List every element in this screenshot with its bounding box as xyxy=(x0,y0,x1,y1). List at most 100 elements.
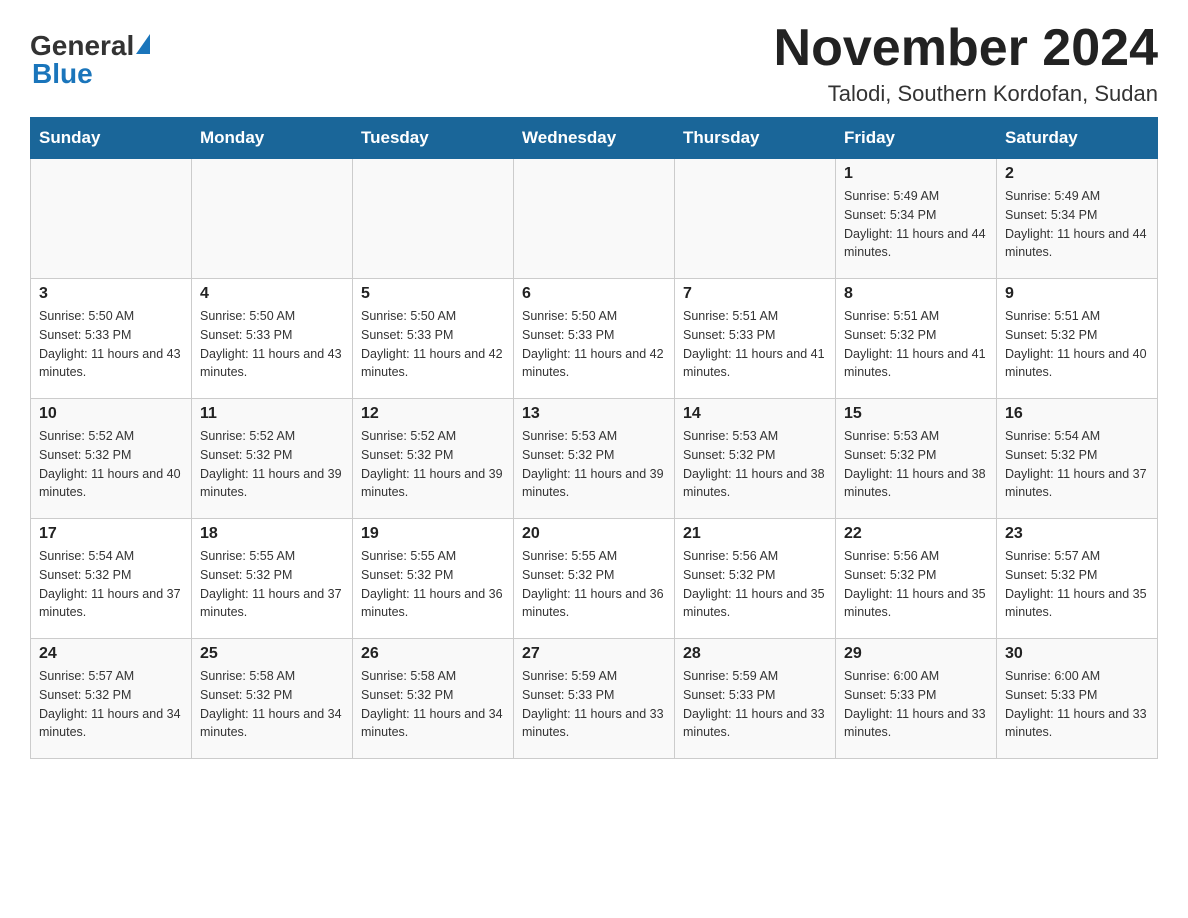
col-header-wednesday: Wednesday xyxy=(514,118,675,159)
col-header-monday: Monday xyxy=(192,118,353,159)
calendar-header-row: SundayMondayTuesdayWednesdayThursdayFrid… xyxy=(31,118,1158,159)
day-number: 17 xyxy=(39,525,183,543)
calendar-cell xyxy=(353,159,514,279)
calendar-cell: 15 Sunrise: 5:53 AM Sunset: 5:32 PM Dayli… xyxy=(836,399,997,519)
day-number: 24 xyxy=(39,645,183,663)
title-area: November 2024 Talodi, Southern Kordofan,… xyxy=(774,20,1158,107)
day-info: Sunrise: 5:59 AM Sunset: 5:33 PM Dayligh… xyxy=(522,667,666,742)
day-number: 2 xyxy=(1005,165,1149,183)
calendar-cell: 16 Sunrise: 5:54 AM Sunset: 5:32 PM Dayli… xyxy=(997,399,1158,519)
day-info: Sunrise: 5:57 AM Sunset: 5:32 PM Dayligh… xyxy=(39,667,183,742)
calendar-cell: 11 Sunrise: 5:52 AM Sunset: 5:32 PM Dayli… xyxy=(192,399,353,519)
day-number: 1 xyxy=(844,165,988,183)
day-info: Sunrise: 5:52 AM Sunset: 5:32 PM Dayligh… xyxy=(200,427,344,502)
day-info: Sunrise: 5:49 AM Sunset: 5:34 PM Dayligh… xyxy=(1005,187,1149,262)
day-number: 26 xyxy=(361,645,505,663)
day-number: 29 xyxy=(844,645,988,663)
calendar-cell: 6 Sunrise: 5:50 AM Sunset: 5:33 PM Daylig… xyxy=(514,279,675,399)
location-title: Talodi, Southern Kordofan, Sudan xyxy=(774,81,1158,107)
col-header-tuesday: Tuesday xyxy=(353,118,514,159)
day-number: 6 xyxy=(522,285,666,303)
day-info: Sunrise: 5:55 AM Sunset: 5:32 PM Dayligh… xyxy=(200,547,344,622)
calendar-week-row: 10Sunrise: 5:52 AM Sunset: 5:32 PM Dayli… xyxy=(31,399,1158,519)
logo-line2: Blue xyxy=(30,58,93,90)
calendar-cell xyxy=(192,159,353,279)
calendar-cell: 23Sunrise: 5:57 AM Sunset: 5:32 PM Dayli… xyxy=(997,519,1158,639)
day-number: 16 xyxy=(1005,405,1149,423)
day-info: Sunrise: 5:53 AM Sunset: 5:32 PM Dayligh… xyxy=(844,427,988,502)
day-info: Sunrise: 5:58 AM Sunset: 5:32 PM Dayligh… xyxy=(200,667,344,742)
col-header-friday: Friday xyxy=(836,118,997,159)
day-info: Sunrise: 5:51 AM Sunset: 5:32 PM Dayligh… xyxy=(1005,307,1149,382)
logo-triangle-icon xyxy=(136,34,150,54)
day-info: Sunrise: 5:50 AM Sunset: 5:33 PM Dayligh… xyxy=(522,307,666,382)
day-number: 15 xyxy=(844,405,988,423)
day-info: Sunrise: 5:49 AM Sunset: 5:34 PM Dayligh… xyxy=(844,187,988,262)
calendar-cell: 24 Sunrise: 5:57 AM Sunset: 5:32 PM Dayli… xyxy=(31,639,192,759)
day-number: 12 xyxy=(361,405,505,423)
day-number: 9 xyxy=(1005,285,1149,303)
calendar-cell xyxy=(514,159,675,279)
col-header-saturday: Saturday xyxy=(997,118,1158,159)
calendar-cell: 26 Sunrise: 5:58 AM Sunset: 5:32 PM Dayli… xyxy=(353,639,514,759)
calendar-cell: 10Sunrise: 5:52 AM Sunset: 5:32 PM Dayli… xyxy=(31,399,192,519)
calendar-cell: 29Sunrise: 6:00 AM Sunset: 5:33 PM Dayli… xyxy=(836,639,997,759)
day-info: Sunrise: 5:53 AM Sunset: 5:32 PM Dayligh… xyxy=(683,427,827,502)
day-number: 5 xyxy=(361,285,505,303)
day-number: 8 xyxy=(844,285,988,303)
day-info: Sunrise: 6:00 AM Sunset: 5:33 PM Dayligh… xyxy=(1005,667,1149,742)
col-header-thursday: Thursday xyxy=(675,118,836,159)
day-number: 27 xyxy=(522,645,666,663)
day-number: 14 xyxy=(683,405,827,423)
calendar-cell: 4 Sunrise: 5:50 AM Sunset: 5:33 PM Daylig… xyxy=(192,279,353,399)
calendar-week-row: 3 Sunrise: 5:50 AM Sunset: 5:33 PM Daylig… xyxy=(31,279,1158,399)
calendar-table: SundayMondayTuesdayWednesdayThursdayFrid… xyxy=(30,117,1158,759)
col-header-sunday: Sunday xyxy=(31,118,192,159)
day-info: Sunrise: 5:52 AM Sunset: 5:32 PM Dayligh… xyxy=(361,427,505,502)
day-info: Sunrise: 5:54 AM Sunset: 5:32 PM Dayligh… xyxy=(1005,427,1149,502)
day-number: 20 xyxy=(522,525,666,543)
calendar-cell: 5 Sunrise: 5:50 AM Sunset: 5:33 PM Daylig… xyxy=(353,279,514,399)
day-number: 7 xyxy=(683,285,827,303)
day-info: Sunrise: 5:59 AM Sunset: 5:33 PM Dayligh… xyxy=(683,667,827,742)
calendar-cell: 12 Sunrise: 5:52 AM Sunset: 5:32 PM Dayli… xyxy=(353,399,514,519)
calendar-cell xyxy=(675,159,836,279)
day-number: 13 xyxy=(522,405,666,423)
day-info: Sunrise: 5:56 AM Sunset: 5:32 PM Dayligh… xyxy=(683,547,827,622)
header: General Blue November 2024 Talodi, South… xyxy=(30,20,1158,107)
day-number: 25 xyxy=(200,645,344,663)
calendar-cell: 9 Sunrise: 5:51 AM Sunset: 5:32 PM Daylig… xyxy=(997,279,1158,399)
day-info: Sunrise: 5:55 AM Sunset: 5:32 PM Dayligh… xyxy=(361,547,505,622)
calendar-cell: 20Sunrise: 5:55 AM Sunset: 5:32 PM Dayli… xyxy=(514,519,675,639)
day-number: 3 xyxy=(39,285,183,303)
calendar-cell: 30 Sunrise: 6:00 AM Sunset: 5:33 PM Dayli… xyxy=(997,639,1158,759)
day-number: 19 xyxy=(361,525,505,543)
day-number: 23 xyxy=(1005,525,1149,543)
calendar-cell: 14 Sunrise: 5:53 AM Sunset: 5:32 PM Dayli… xyxy=(675,399,836,519)
calendar-week-row: 1 Sunrise: 5:49 AM Sunset: 5:34 PM Daylig… xyxy=(31,159,1158,279)
day-info: Sunrise: 5:50 AM Sunset: 5:33 PM Dayligh… xyxy=(200,307,344,382)
day-number: 21 xyxy=(683,525,827,543)
day-info: Sunrise: 5:50 AM Sunset: 5:33 PM Dayligh… xyxy=(361,307,505,382)
day-info: Sunrise: 5:51 AM Sunset: 5:32 PM Dayligh… xyxy=(844,307,988,382)
day-number: 30 xyxy=(1005,645,1149,663)
calendar-cell: 7 Sunrise: 5:51 AM Sunset: 5:33 PM Daylig… xyxy=(675,279,836,399)
day-info: Sunrise: 5:58 AM Sunset: 5:32 PM Dayligh… xyxy=(361,667,505,742)
calendar-cell: 21 Sunrise: 5:56 AM Sunset: 5:32 PM Dayli… xyxy=(675,519,836,639)
calendar-cell: 13Sunrise: 5:53 AM Sunset: 5:32 PM Dayli… xyxy=(514,399,675,519)
calendar-cell: 2 Sunrise: 5:49 AM Sunset: 5:34 PM Daylig… xyxy=(997,159,1158,279)
day-number: 11 xyxy=(200,405,344,423)
day-info: Sunrise: 5:56 AM Sunset: 5:32 PM Dayligh… xyxy=(844,547,988,622)
day-info: Sunrise: 5:51 AM Sunset: 5:33 PM Dayligh… xyxy=(683,307,827,382)
logo-blue-label: Blue xyxy=(32,58,93,90)
day-number: 4 xyxy=(200,285,344,303)
calendar-cell: 17 Sunrise: 5:54 AM Sunset: 5:32 PM Dayli… xyxy=(31,519,192,639)
day-info: Sunrise: 5:54 AM Sunset: 5:32 PM Dayligh… xyxy=(39,547,183,622)
day-number: 22 xyxy=(844,525,988,543)
calendar-cell: 28 Sunrise: 5:59 AM Sunset: 5:33 PM Dayli… xyxy=(675,639,836,759)
day-number: 28 xyxy=(683,645,827,663)
logo: General Blue xyxy=(30,30,150,90)
calendar-cell: 22 Sunrise: 5:56 AM Sunset: 5:32 PM Dayli… xyxy=(836,519,997,639)
calendar-week-row: 24 Sunrise: 5:57 AM Sunset: 5:32 PM Dayli… xyxy=(31,639,1158,759)
calendar-cell: 19 Sunrise: 5:55 AM Sunset: 5:32 PM Dayli… xyxy=(353,519,514,639)
